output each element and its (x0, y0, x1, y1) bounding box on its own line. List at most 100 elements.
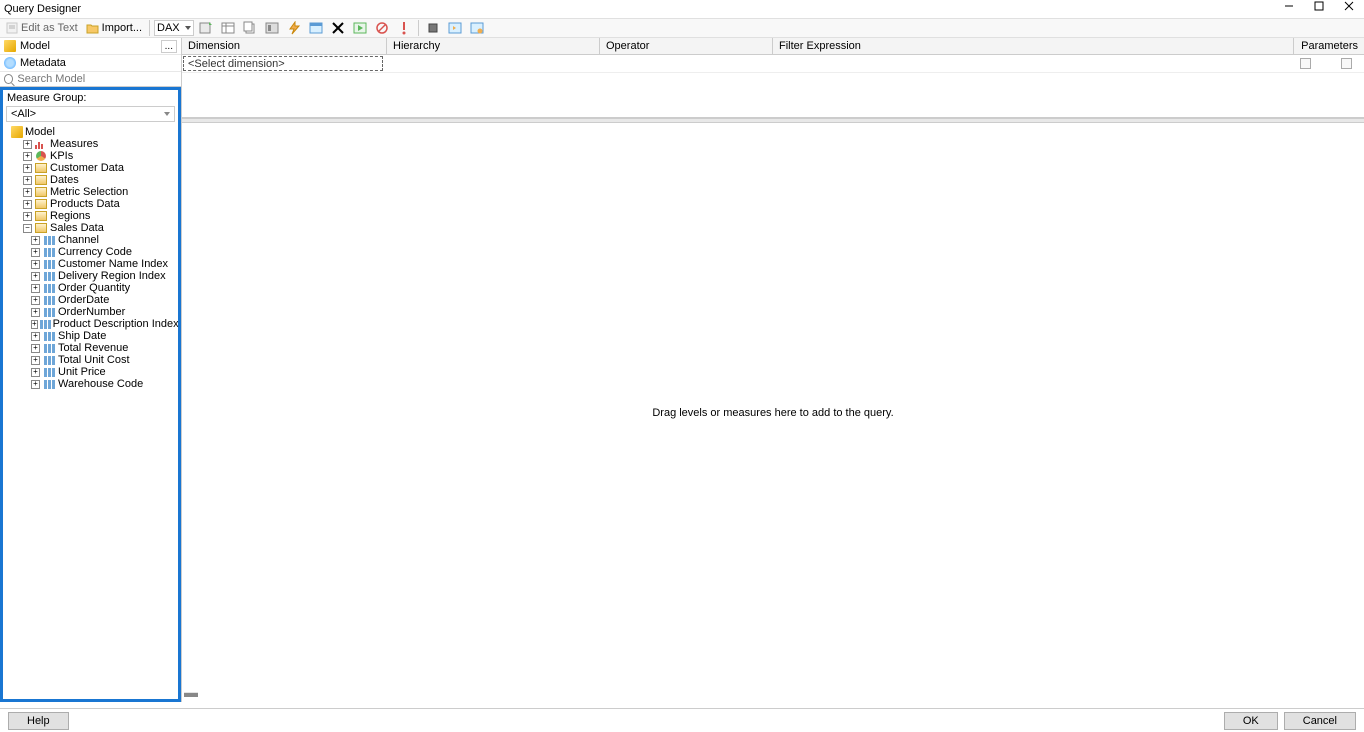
search-row (0, 72, 181, 86)
tree-attr-order-quantity[interactable]: +Order Quantity (3, 282, 178, 294)
expander-icon[interactable]: + (31, 296, 40, 305)
expander-icon[interactable]: + (23, 212, 32, 221)
expander-icon[interactable]: + (23, 140, 32, 149)
tree-label: Customer Data (50, 162, 124, 174)
tree-attr-customer-name-index[interactable]: +Customer Name Index (3, 258, 178, 270)
expander-icon[interactable]: + (31, 272, 40, 281)
show-agg-button[interactable] (306, 19, 326, 37)
tree-label: Channel (58, 234, 99, 246)
col-filter[interactable]: Filter Expression (773, 38, 1294, 54)
expander-icon[interactable]: + (31, 356, 40, 365)
drop-hint-text: Drag levels or measures here to add to t… (652, 407, 893, 419)
add-table-button[interactable] (218, 19, 238, 37)
language-label: DAX (157, 22, 180, 34)
expander-icon[interactable]: + (23, 176, 32, 185)
resize-grip-icon: ▬ (184, 684, 198, 700)
cancel-button[interactable]: Cancel (1284, 712, 1356, 730)
close-button[interactable] (1334, 0, 1364, 16)
query-drop-area[interactable]: Drag levels or measures here to add to t… (182, 123, 1364, 702)
copy-button[interactable] (240, 19, 260, 37)
expander-icon[interactable]: + (23, 200, 32, 209)
measure-group-dropdown[interactable]: <All> (6, 106, 175, 122)
tree-attr-total-revenue[interactable]: +Total Revenue (3, 342, 178, 354)
model-selector-row[interactable]: Model ... (0, 38, 181, 55)
select-dimension-cell[interactable]: <Select dimension> (183, 56, 383, 71)
exclam-icon (397, 21, 411, 35)
expander-icon[interactable]: + (31, 320, 38, 329)
parameter-checkbox-1[interactable] (1300, 58, 1311, 69)
tree-label: Unit Price (58, 366, 106, 378)
tree-root-model[interactable]: Model (3, 126, 178, 138)
cancel-query-button[interactable] (372, 19, 392, 37)
design-mode-button[interactable] (394, 19, 414, 37)
col-parameters[interactable]: Parameters (1294, 38, 1364, 54)
tree-label: Ship Date (58, 330, 106, 342)
query-params-button[interactable] (423, 19, 443, 37)
expander-icon[interactable]: + (31, 344, 40, 353)
expander-icon[interactable]: + (23, 164, 32, 173)
execute-button[interactable] (350, 19, 370, 37)
expander-icon[interactable]: + (23, 188, 32, 197)
expander-icon[interactable]: + (31, 260, 40, 269)
tree-attr-orderdate[interactable]: + OrderDate (3, 294, 178, 306)
flatten-button[interactable] (467, 19, 487, 37)
attribute-icon (42, 366, 56, 378)
parameter-checkboxes (1300, 55, 1364, 72)
auto-exec-button[interactable] (284, 19, 304, 37)
tree-label: OrderDate (58, 294, 109, 306)
dimension-icon (34, 198, 48, 210)
tree-node-dates[interactable]: +Dates (3, 174, 178, 186)
select-dimension-text: <Select dimension> (188, 58, 285, 70)
delete-button[interactable] (328, 19, 348, 37)
tree-label: Regions (50, 210, 90, 222)
tree-attr-product-description-index[interactable]: +Product Description Index (3, 318, 178, 330)
tree-attr-delivery-region-index[interactable]: +Delivery Region Index (3, 270, 178, 282)
tree-attr-unit-price[interactable]: + Unit Price (3, 366, 178, 378)
import-button[interactable]: Import... (83, 19, 145, 37)
tree-label: Metric Selection (50, 186, 128, 198)
expander-icon[interactable]: + (31, 332, 40, 341)
tree-attr-total-unit-cost[interactable]: +Total Unit Cost (3, 354, 178, 366)
search-input[interactable] (17, 73, 177, 85)
toggle-empty-button[interactable] (262, 19, 282, 37)
tree-attr-ship-date[interactable]: + Ship Date (3, 330, 178, 342)
language-dropdown[interactable]: DAX (154, 20, 194, 36)
parameter-checkbox-2[interactable] (1341, 58, 1352, 69)
metadata-tab[interactable]: Metadata (0, 55, 181, 72)
tree-node-sales-data[interactable]: −Sales Data (3, 222, 178, 234)
col-hierarchy[interactable]: Hierarchy (387, 38, 600, 54)
tree-node-kpis[interactable]: +KPIs (3, 150, 178, 162)
window-controls (1274, 0, 1364, 16)
expander-icon[interactable]: + (23, 152, 32, 161)
expander-icon[interactable]: − (23, 224, 32, 233)
tree-node-measures[interactable]: +Measures (3, 138, 178, 150)
tree-node-customer-data[interactable]: + Customer Data (3, 162, 178, 174)
tree-node-metric-selection[interactable]: + Metric Selection (3, 186, 178, 198)
tree-attr-ordernumber[interactable]: +OrderNumber (3, 306, 178, 318)
expander-icon[interactable]: + (31, 380, 40, 389)
expander-icon[interactable]: + (31, 284, 40, 293)
dimension-icon (34, 210, 48, 222)
tree-attr-currency-code[interactable]: +Currency Code (3, 246, 178, 258)
expander-icon[interactable]: + (31, 236, 40, 245)
expander-icon[interactable]: + (31, 368, 40, 377)
attribute-icon (42, 306, 56, 318)
ok-button[interactable]: OK (1224, 712, 1278, 730)
maximize-button[interactable] (1304, 0, 1334, 16)
tree-attr-channel[interactable]: + Channel (3, 234, 178, 246)
col-dimension[interactable]: Dimension (182, 38, 387, 54)
window-title: Query Designer (4, 3, 81, 15)
refresh-fields-button[interactable] (196, 19, 216, 37)
tree-attr-warehouse-code[interactable]: +Warehouse Code (3, 378, 178, 390)
expander-icon[interactable]: + (31, 248, 40, 257)
attribute-icon (42, 234, 56, 246)
prepare-query-button[interactable] (445, 19, 465, 37)
model-browse-button[interactable]: ... (161, 40, 177, 53)
edit-as-text-button[interactable]: Edit as Text (2, 19, 81, 37)
col-operator[interactable]: Operator (600, 38, 773, 54)
help-button[interactable]: Help (8, 712, 69, 730)
tree-node-products-data[interactable]: +Products Data (3, 198, 178, 210)
minimize-button[interactable] (1274, 0, 1304, 16)
expander-icon[interactable]: + (31, 308, 40, 317)
tree-node-regions[interactable]: + Regions (3, 210, 178, 222)
